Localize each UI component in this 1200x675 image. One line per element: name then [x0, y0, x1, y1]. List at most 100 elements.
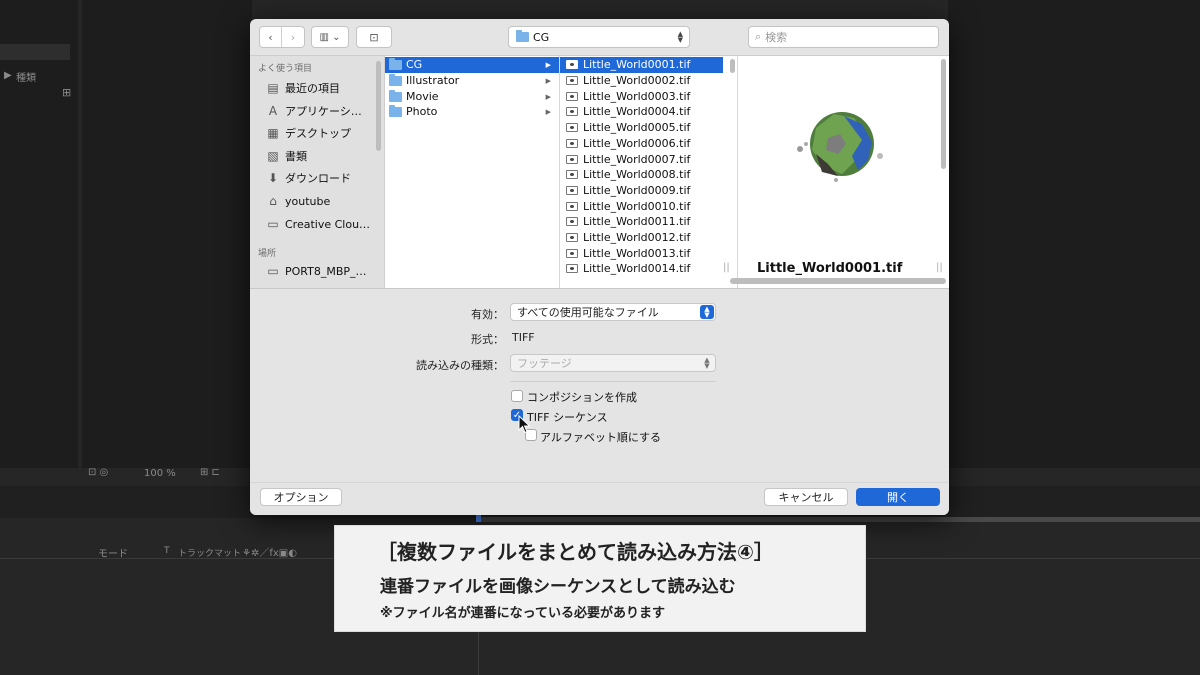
sidebar-item-youtube[interactable]: ⌂ youtube: [266, 191, 330, 211]
folder-column: CG ▶ Illustrator ▶ Movie ▶ Photo ▶: [385, 56, 560, 288]
sidebar-item-computer[interactable]: ▭ PORT8_MBP_…: [266, 261, 367, 281]
sidebar-item-documents[interactable]: ▧ 書類: [266, 146, 307, 166]
switches-icon[interactable]: ⚘✲／fx▣◐: [242, 544, 297, 559]
preview-scrollbar[interactable]: [941, 59, 946, 169]
downloads-icon: ⬇: [267, 171, 279, 185]
column-resize-handle[interactable]: ||: [936, 262, 943, 273]
grid-icon[interactable]: ⊞ ⊏: [200, 467, 220, 478]
file-row[interactable]: Little_World0011.tif: [560, 214, 723, 230]
image-file-icon: [566, 123, 578, 133]
folder-icon: [389, 73, 402, 86]
updown-chevron-icon: ▲ ▼: [677, 30, 683, 44]
folder-row-cg[interactable]: CG ▶: [385, 57, 559, 73]
zoom-level[interactable]: 100 %: [144, 468, 176, 479]
file-row[interactable]: Little_World0012.tif: [560, 230, 723, 246]
desktop-icon: ▦: [267, 126, 279, 140]
new-folder-button[interactable]: ⊡: [356, 26, 392, 48]
playhead[interactable]: [476, 514, 481, 522]
caption-title: ［複数ファイルをまとめて読み込み方法④］: [377, 540, 774, 564]
viewer-controls-icon[interactable]: ⊡ ◎: [88, 467, 108, 478]
columns-view-icon: ▥ ⌄: [319, 31, 341, 43]
collapse-icon[interactable]: ▶: [4, 70, 12, 81]
sidebar-item-label: 書類: [285, 150, 307, 163]
sidebar-item-desktop[interactable]: ▦ デスクトップ: [266, 123, 351, 143]
timeline-t-label: T: [164, 546, 170, 556]
view-mode-button[interactable]: ▥ ⌄: [311, 26, 349, 48]
preview-thumbnail: [797, 112, 883, 182]
computer-icon: ▭: [267, 264, 279, 278]
file-row[interactable]: Little_World0005.tif: [560, 120, 723, 136]
format-value: TIFF: [512, 331, 535, 344]
sidebar-scrollbar[interactable]: [376, 61, 381, 151]
file-name: Little_World0013.tif: [583, 246, 691, 260]
chevron-right-icon: ▶: [545, 76, 551, 85]
location-popup[interactable]: CG ▲ ▼: [508, 26, 690, 48]
sidebar-item-applications[interactable]: A アプリケーシ…: [266, 101, 362, 121]
favorites-header: よく使う項目: [258, 64, 313, 74]
sidebar-item-label: Creative Clou…: [285, 217, 371, 231]
folder-row-illustrator[interactable]: Illustrator ▶: [385, 73, 559, 89]
file-row[interactable]: Little_World0008.tif: [560, 167, 723, 183]
file-name: Little_World0003.tif: [583, 89, 691, 103]
enable-popup[interactable]: すべての使用可能なファイル ▲ ▼: [510, 303, 716, 321]
image-file-icon: [566, 264, 578, 274]
home-icon: ⌂: [269, 194, 277, 208]
file-name: Little_World0012.tif: [583, 231, 691, 245]
file-row[interactable]: Little_World0002.tif: [560, 73, 723, 89]
folder-row-movie[interactable]: Movie ▶: [385, 89, 559, 105]
time-ruler[interactable]: [478, 517, 1200, 522]
search-field[interactable]: ⌕ 検索: [748, 26, 939, 48]
import-file-dialog: ‹ › ▥ ⌄ ⊡ CG ▲ ▼ ⌕ 検索 よく使う項目 ▤ 最近の項目 A アプリケ…: [250, 19, 949, 515]
file-name: Little_World0002.tif: [583, 74, 691, 88]
enable-value: すべての使用可能なファイル: [517, 306, 659, 319]
cancel-button[interactable]: キャンセル: [764, 488, 848, 506]
updown-chevron-icon: ▲ ▼: [700, 305, 714, 319]
column-resize-handle[interactable]: ||: [723, 262, 730, 273]
file-row[interactable]: Little_World0009.tif: [560, 183, 723, 199]
project-search[interactable]: [0, 44, 70, 60]
folder-icon: [516, 30, 529, 42]
sidebar-item-downloads[interactable]: ⬇ ダウンロード: [266, 168, 351, 188]
sidebar-item-label: PORT8_MBP_…: [285, 264, 367, 278]
file-name: Little_World0009.tif: [583, 183, 691, 197]
forward-button[interactable]: ›: [282, 27, 304, 47]
sidebar-item-creative-cloud[interactable]: ▭ Creative Clou…: [266, 214, 370, 234]
folder-row-photo[interactable]: Photo ▶: [385, 104, 559, 120]
back-button[interactable]: ‹: [260, 27, 282, 47]
file-row[interactable]: Little_World0006.tif: [560, 136, 723, 152]
panel-column-type: 種類: [16, 73, 36, 84]
open-button[interactable]: 開く: [856, 488, 940, 506]
search-placeholder: 検索: [765, 31, 788, 44]
preview-column: Little_World0001.tif || ||: [738, 56, 949, 288]
file-name: Little_World0004.tif: [583, 105, 691, 119]
file-row[interactable]: Little_World0014.tif: [560, 261, 723, 277]
horizontal-scrollbar[interactable]: [730, 278, 946, 284]
folder-icon: [389, 89, 402, 102]
format-label: 形式：: [471, 333, 504, 346]
file-row[interactable]: Little_World0003.tif: [560, 88, 723, 104]
folder-icon: [389, 57, 402, 70]
browser-divider: [250, 288, 949, 289]
file-scrollbar[interactable]: [730, 59, 735, 73]
file-row[interactable]: Little_World0001.tif: [560, 57, 723, 73]
create-composition-checkbox[interactable]: [511, 390, 523, 402]
comp-panel: [82, 0, 252, 468]
file-row[interactable]: Little_World0007.tif: [560, 151, 723, 167]
folder-name: Photo: [406, 105, 438, 119]
import-as-label: 読み込みの種類：: [416, 359, 504, 372]
folder-name: CG: [406, 58, 423, 72]
mouse-cursor-icon: [518, 415, 531, 434]
image-file-icon: [566, 248, 578, 258]
sidebar-item-label: 最近の項目: [285, 82, 340, 95]
file-name: Little_World0006.tif: [583, 136, 691, 150]
file-row[interactable]: Little_World0004.tif: [560, 104, 723, 120]
file-row[interactable]: Little_World0013.tif: [560, 245, 723, 261]
sidebar: よく使う項目 ▤ 最近の項目 A アプリケーシ… ▦ デスクトップ ▧ 書類 ⬇ ダウンロ…: [250, 56, 385, 288]
options-button[interactable]: オプション: [260, 488, 342, 506]
folder-icon: ▭: [267, 217, 279, 231]
import-as-popup[interactable]: フッテージ ▲ ▼: [510, 354, 716, 372]
search-icon: ⌕: [755, 30, 762, 43]
file-row[interactable]: Little_World0010.tif: [560, 198, 723, 214]
flowchart-icon[interactable]: ⊞: [62, 86, 71, 99]
sidebar-item-recents[interactable]: ▤ 最近の項目: [266, 78, 340, 98]
